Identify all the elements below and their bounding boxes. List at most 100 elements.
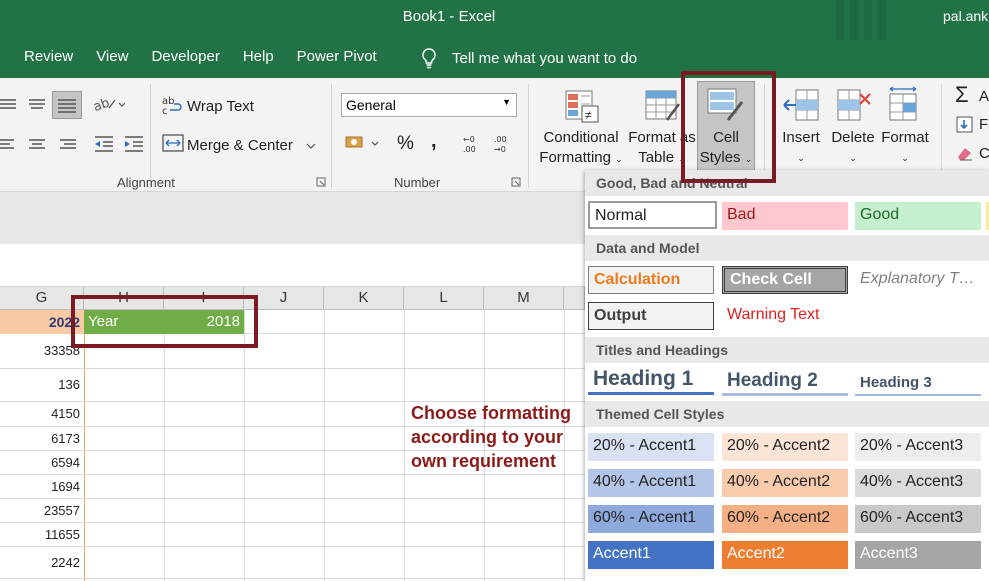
fill-icon[interactable]	[956, 116, 974, 134]
style-60-accent1[interactable]: 60% - Accent1	[588, 505, 714, 533]
style-heading-3[interactable]: Heading 3	[855, 368, 981, 396]
tell-me-search[interactable]: Tell me what you want to do	[420, 47, 637, 69]
tab-view[interactable]: View	[96, 48, 128, 65]
cell-g-value[interactable]: 136	[0, 377, 80, 392]
align-bottom-button[interactable]	[52, 91, 82, 119]
style-20-accent2[interactable]: 20% - Accent2	[722, 433, 848, 461]
delete-button[interactable]: Delete ⌄	[829, 128, 877, 168]
wrap-text-icon: abc	[162, 96, 182, 115]
tab-review[interactable]: Review	[24, 48, 73, 65]
align-middle-icon[interactable]	[27, 98, 47, 112]
align-left-icon[interactable]	[0, 138, 18, 152]
merge-chevron-down-icon[interactable]	[306, 142, 316, 150]
cell-g-value[interactable]: 2242	[0, 555, 80, 570]
ribbon-separator	[528, 84, 529, 188]
style-20-accent1[interactable]: 20% - Accent1	[588, 433, 714, 461]
comma-style-button[interactable]: ,	[431, 130, 437, 153]
dialog-launcher-icon[interactable]	[316, 177, 326, 187]
tab-developer[interactable]: Developer	[151, 48, 219, 65]
chevron-down-icon: ▼	[502, 97, 511, 107]
cell-g-value[interactable]: 11655	[0, 527, 80, 542]
svg-text:→0: →0	[494, 145, 506, 154]
alignment-group-label: Alignment	[117, 175, 175, 190]
increase-indent-icon[interactable]	[123, 135, 145, 153]
cell-g-value[interactable]: 6173	[0, 431, 80, 446]
cell-g-value[interactable]: 1694	[0, 479, 80, 494]
gridline	[164, 310, 165, 581]
insert-label: Insert	[782, 129, 820, 146]
tab-help[interactable]: Help	[243, 48, 274, 65]
style-40-accent1[interactable]: 40% - Accent1	[588, 469, 714, 497]
svg-text:ab: ab	[93, 96, 112, 114]
number-group-label: Number	[394, 175, 441, 190]
number-format-select[interactable]: General ▼	[341, 93, 517, 117]
decrease-decimal-icon[interactable]: .00→0	[492, 134, 514, 154]
style-heading-2[interactable]: Heading 2	[722, 368, 848, 396]
gridline	[404, 310, 405, 581]
merge-center-button[interactable]: Merge & Center	[187, 137, 293, 154]
autosum-label[interactable]: A	[979, 88, 989, 105]
style-40-accent3[interactable]: 40% - Accent3	[855, 469, 981, 497]
format-label: Format	[881, 129, 929, 146]
orientation-icon[interactable]: ab	[93, 94, 125, 114]
gridline	[324, 310, 325, 581]
cell-g-value[interactable]: 4150	[0, 406, 80, 421]
clear-label[interactable]: C	[979, 145, 989, 162]
delete-label: Delete	[831, 129, 875, 146]
lightbulb-icon	[422, 48, 436, 69]
gridline	[84, 310, 85, 581]
column-header-n[interactable]	[564, 287, 585, 310]
svg-text:c: c	[162, 106, 168, 115]
tell-me-text: Tell me what you want to do	[452, 49, 638, 67]
format-cells-icon	[889, 86, 917, 121]
align-right-icon[interactable]	[58, 138, 78, 152]
insert-chevron-down-icon: ⌄	[797, 153, 805, 163]
style-calculation[interactable]: Calculation	[588, 266, 714, 294]
style-60-accent2[interactable]: 60% - Accent2	[722, 505, 848, 533]
increase-decimal-icon[interactable]: ←0.00	[461, 134, 483, 154]
delete-cells-icon	[837, 89, 871, 121]
column-header-k[interactable]: K	[324, 287, 404, 310]
style-40-accent2[interactable]: 40% - Accent2	[722, 469, 848, 497]
fill-label[interactable]: Fi	[979, 116, 989, 133]
title-bar: Book1 - Excel pal.ank Review View Develo…	[0, 0, 989, 78]
column-header-m[interactable]: M	[484, 287, 564, 310]
style-normal[interactable]: Normal	[588, 201, 717, 229]
clear-icon[interactable]	[956, 145, 974, 161]
align-top-icon[interactable]	[0, 98, 18, 112]
section-heading-good-bad-neutral: Good, Bad and Neutral	[585, 170, 989, 196]
style-good[interactable]: Good	[855, 202, 981, 230]
user-name[interactable]: pal.ank	[943, 8, 988, 24]
column-header-l[interactable]: L	[404, 287, 484, 310]
conditional-formatting-label-1: Conditional	[543, 129, 619, 146]
title-decoration	[836, 0, 844, 40]
insert-cells-icon	[783, 89, 819, 121]
style-accent1[interactable]: Accent1	[588, 541, 714, 569]
tab-power-pivot[interactable]: Power Pivot	[297, 48, 377, 65]
style-accent2[interactable]: Accent2	[722, 541, 848, 569]
style-bad[interactable]: Bad	[722, 202, 848, 230]
dialog-launcher-icon[interactable]	[511, 177, 521, 187]
style-accent3[interactable]: Accent3	[855, 541, 981, 569]
style-warning-text[interactable]: Warning Text	[722, 302, 848, 330]
style-heading-1[interactable]: Heading 1	[588, 366, 714, 395]
wrap-text-button[interactable]: Wrap Text	[187, 98, 254, 115]
cell-g-value[interactable]: 33358	[0, 343, 80, 358]
conditional-formatting-button[interactable]: Conditional Formatting ⌄	[538, 128, 624, 169]
decrease-indent-icon[interactable]	[93, 135, 115, 153]
autosum-icon[interactable]: Σ	[955, 82, 969, 108]
style-60-accent3[interactable]: 60% - Accent3	[855, 505, 981, 533]
format-button[interactable]: Format ⌄	[878, 128, 932, 168]
percent-style-button[interactable]: %	[397, 133, 414, 155]
accounting-format-icon[interactable]	[345, 134, 381, 154]
cell-g-value[interactable]: 23557	[0, 503, 80, 518]
cell-g-value[interactable]: 6594	[0, 455, 80, 470]
style-explanatory-text[interactable]: Explanatory T…	[855, 266, 981, 294]
style-20-accent3[interactable]: 20% - Accent3	[855, 433, 981, 461]
align-center-icon[interactable]	[27, 138, 47, 152]
title-decoration	[850, 0, 858, 40]
gridline	[244, 310, 245, 581]
insert-button[interactable]: Insert ⌄	[775, 128, 827, 168]
style-output[interactable]: Output	[588, 302, 714, 330]
style-check-cell[interactable]: Check Cell	[722, 266, 848, 294]
